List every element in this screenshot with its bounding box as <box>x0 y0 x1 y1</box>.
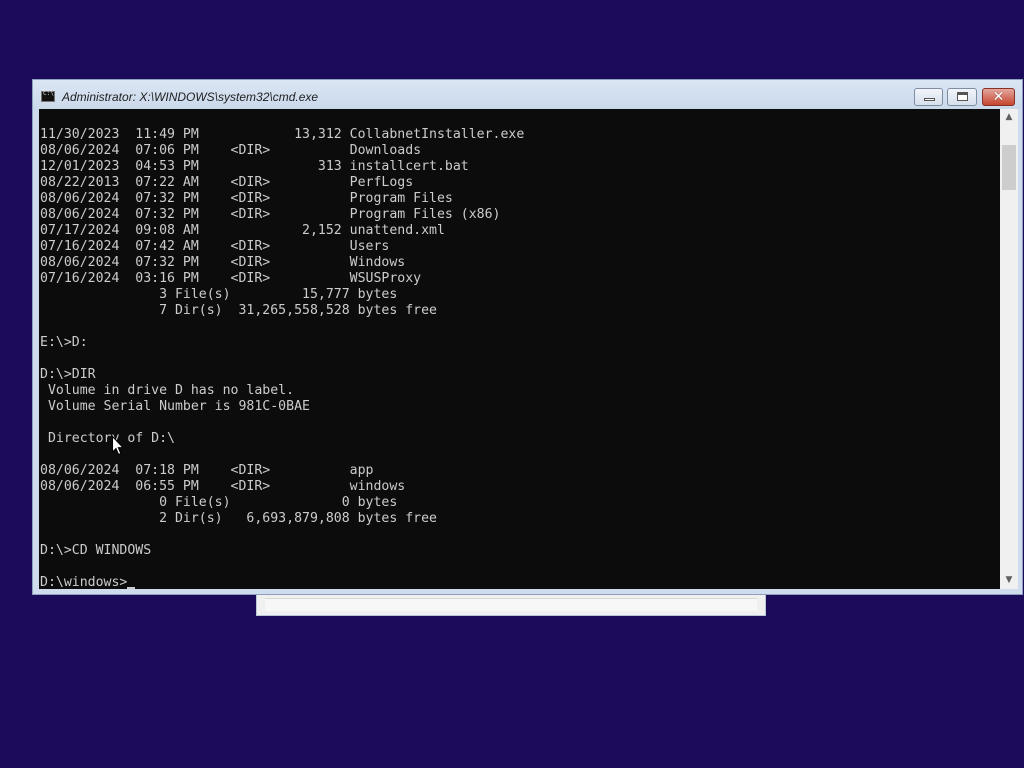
vertical-scrollbar[interactable]: ▲ ▼ <box>1000 109 1018 589</box>
command-prompt-window[interactable]: Administrator: X:\WINDOWS\system32\cmd.e… <box>32 79 1023 595</box>
console-line: 2 Dir(s) 6,693,879,808 bytes free <box>40 511 437 526</box>
prompt-text: D:\windows> <box>40 575 128 589</box>
minimize-button[interactable] <box>914 88 943 106</box>
console-line: 07/16/2024 07:42 AM <DIR> Users <box>40 239 390 254</box>
window-title: Administrator: X:\WINDOWS\system32\cmd.e… <box>62 90 319 104</box>
console-line: Volume Serial Number is 981C-0BAE <box>40 399 310 414</box>
console-line: Volume in drive D has no label. <box>40 383 295 398</box>
title-bar[interactable]: Administrator: X:\WINDOWS\system32\cmd.e… <box>33 80 1022 110</box>
console-line: 08/06/2024 07:32 PM <DIR> Program Files <box>40 191 453 206</box>
console-line: 08/22/2013 07:22 AM <DIR> PerfLogs <box>40 175 414 190</box>
command-prompt-line[interactable]: D:\windows> <box>40 575 524 589</box>
console-line: 08/06/2024 07:32 PM <DIR> Program Files … <box>40 207 501 222</box>
console-line: 07/16/2024 03:16 PM <DIR> WSUSProxy <box>40 271 422 286</box>
background-window <box>256 594 766 616</box>
console-line: 0 File(s) 0 bytes <box>40 495 398 510</box>
scroll-up-arrow-icon[interactable]: ▲ <box>1000 109 1018 126</box>
console-line: D:\>CD WINDOWS <box>40 543 152 558</box>
text-cursor <box>127 587 136 589</box>
close-icon: ✕ <box>992 89 1005 105</box>
maximize-icon <box>957 92 968 101</box>
console-line: 08/06/2024 07:06 PM <DIR> Downloads <box>40 143 422 158</box>
console-line: E:\>D: <box>40 335 88 350</box>
console-line: D:\>DIR <box>40 367 96 382</box>
cmd-icon[interactable] <box>41 90 55 102</box>
console-text: 11/30/2023 11:49 PM 13,312 CollabnetInst… <box>39 127 524 589</box>
console-output[interactable]: 11/30/2023 11:49 PM 13,312 CollabnetInst… <box>39 109 1000 589</box>
console-line: 11/30/2023 11:49 PM 13,312 CollabnetInst… <box>40 127 525 142</box>
console-line: 07/17/2024 09:08 AM 2,152 unattend.xml <box>40 223 445 238</box>
console-line: 12/01/2023 04:53 PM 313 installcert.bat <box>40 159 469 174</box>
console-line: 3 File(s) 15,777 bytes <box>40 287 398 302</box>
console-line: 08/06/2024 06:55 PM <DIR> windows <box>40 479 406 494</box>
console-line: 08/06/2024 07:18 PM <DIR> app <box>40 463 374 478</box>
background-window-body <box>265 598 757 611</box>
scroll-thumb[interactable] <box>1002 145 1016 190</box>
close-button[interactable]: ✕ <box>982 88 1015 106</box>
console-line: 08/06/2024 07:32 PM <DIR> Windows <box>40 255 406 270</box>
scroll-down-arrow-icon[interactable]: ▼ <box>1000 572 1018 589</box>
minimize-icon <box>924 98 935 101</box>
console-line: 7 Dir(s) 31,265,558,528 bytes free <box>40 303 437 318</box>
maximize-button[interactable] <box>947 88 977 106</box>
